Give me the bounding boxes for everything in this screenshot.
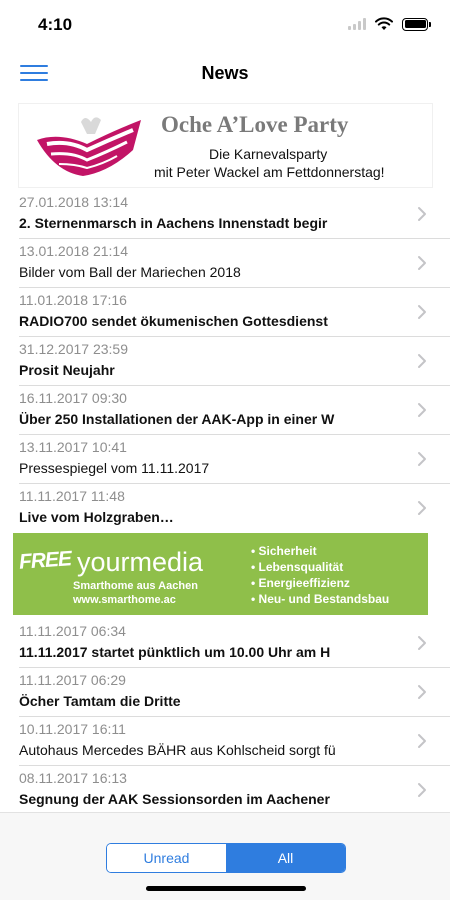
ad-bullet: Neu- und Bestandsbau xyxy=(251,591,390,607)
news-date: 31.12.2017 23:59 xyxy=(19,341,128,357)
page-title: News xyxy=(201,63,249,83)
chevron-right-icon xyxy=(418,501,426,515)
cellular-signal-icon xyxy=(348,18,366,30)
party-banner[interactable]: Oche A’Love Party Die Karnevalsparty mit… xyxy=(18,103,433,188)
ad-media-text: media xyxy=(129,547,204,577)
news-list-group-top: 27.01.2018 13:14 2. Sternenmarsch in Aach… xyxy=(0,190,450,533)
filter-all-button[interactable]: All xyxy=(226,844,345,872)
news-list-item[interactable]: 27.01.2018 13:14 2. Sternenmarsch in Aach… xyxy=(19,190,450,239)
chevron-right-icon xyxy=(418,207,426,221)
news-list: 27.01.2018 13:14 2. Sternenmarsch in Aach… xyxy=(0,190,450,815)
news-list-item[interactable]: 13.11.2017 10:41 Pressespiegel vom 11.11.… xyxy=(19,435,450,484)
news-date: 11.11.2017 06:29 xyxy=(19,672,126,688)
chevron-right-icon xyxy=(418,636,426,650)
news-title: Pressespiegel vom 11.11.2017 xyxy=(19,460,210,476)
news-list-item[interactable]: 10.11.2017 16:11 Autohaus Mercedes BÄHR a… xyxy=(19,717,450,766)
news-title: Öcher Tamtam die Dritte xyxy=(19,693,181,709)
ad-yourmedia-logo: yourmedia xyxy=(77,547,203,578)
chevron-right-icon xyxy=(418,256,426,270)
home-indicator xyxy=(146,886,306,891)
party-logo-icon xyxy=(37,117,141,176)
banner-title: Oche A’Love Party xyxy=(161,112,349,137)
ad-tagline: Smarthome aus Aachen xyxy=(73,580,198,592)
news-title: 2. Sternenmarsch in Aachens Innenstadt b… xyxy=(19,215,328,231)
news-date: 27.01.2018 13:14 xyxy=(19,194,128,210)
news-title: Über 250 Installationen der AAK-App in e… xyxy=(19,411,335,427)
news-date: 08.11.2017 16:13 xyxy=(19,770,127,786)
news-title: Autohaus Mercedes BÄHR aus Kohlscheid so… xyxy=(19,742,336,758)
news-list-item[interactable]: 11.11.2017 06:34 11.11.2017 startet pünkt… xyxy=(19,619,450,668)
chevron-right-icon xyxy=(418,452,426,466)
news-date: 11.01.2018 17:16 xyxy=(19,292,127,308)
news-list-item[interactable]: 11.11.2017 11:48 Live vom Holzgraben… xyxy=(19,484,450,533)
ad-bullet-list: Sicherheit Lebensqualität Energieeffizie… xyxy=(251,543,390,607)
ad-bullet: Energieeffizienz xyxy=(251,575,389,591)
news-date: 10.11.2017 16:11 xyxy=(19,721,126,737)
status-time: 4:10 xyxy=(38,15,73,34)
ad-url: www.smarthome.ac xyxy=(73,594,176,606)
chevron-right-icon xyxy=(418,403,426,417)
filter-segmented-control: Unread All xyxy=(106,843,346,873)
news-title: Segnung der AAK Sessionsorden im Aachene… xyxy=(19,791,330,807)
news-list-item[interactable]: 31.12.2017 23:59 Prosit Neujahr xyxy=(19,337,450,386)
smarthome-ad-banner[interactable]: FREE yourmedia Smarthome aus Aachen www.… xyxy=(13,533,428,615)
news-list-item[interactable]: 08.11.2017 16:13 Segnung der AAK Sessions… xyxy=(19,766,450,815)
news-title: 11.11.2017 startet pünktlich um 10.00 Uh… xyxy=(19,644,331,660)
banner-subtitle: Die Karnevalsparty xyxy=(209,146,328,162)
bottom-toolbar: Unread All xyxy=(0,812,450,900)
chevron-right-icon xyxy=(418,783,426,797)
news-date: 11.11.2017 11:48 xyxy=(19,488,125,504)
news-title: Prosit Neujahr xyxy=(19,362,115,378)
news-list-item[interactable]: 11.01.2018 17:16 RADIO700 sendet ökumenis… xyxy=(19,288,450,337)
news-list-item[interactable]: 11.11.2017 06:29 Öcher Tamtam die Dritte xyxy=(19,668,450,717)
news-list-item[interactable]: 13.01.2018 21:14 Bilder vom Ball der Mari… xyxy=(19,239,450,288)
news-title: Live vom Holzgraben… xyxy=(19,509,174,525)
news-list-group-bottom: 11.11.2017 06:34 11.11.2017 startet pünkt… xyxy=(0,619,450,815)
news-date: 11.11.2017 06:34 xyxy=(19,623,126,639)
chevron-right-icon xyxy=(418,685,426,699)
ad-free-logo: FREE xyxy=(18,547,72,574)
news-title: Bilder vom Ball der Mariechen 2018 xyxy=(19,264,241,280)
navigation-bar: News xyxy=(0,50,450,98)
chevron-right-icon xyxy=(418,305,426,319)
ad-your-text: your xyxy=(77,547,130,577)
status-bar: 4:10 xyxy=(0,0,450,50)
battery-icon xyxy=(402,17,431,31)
chevron-right-icon xyxy=(418,354,426,368)
news-date: 13.11.2017 10:41 xyxy=(19,439,127,455)
news-date: 16.11.2017 09:30 xyxy=(19,390,127,406)
filter-unread-button[interactable]: Unread xyxy=(107,844,226,872)
news-title: RADIO700 sendet ökumenischen Gottesdiens… xyxy=(19,313,328,329)
wifi-icon xyxy=(375,17,393,30)
news-date: 13.01.2018 21:14 xyxy=(19,243,128,259)
news-list-item[interactable]: 16.11.2017 09:30 Über 250 Installationen … xyxy=(19,386,450,435)
status-icons xyxy=(348,17,431,31)
chevron-right-icon xyxy=(418,734,426,748)
ad-bullet: Lebensqualität xyxy=(251,559,389,575)
banner-subtitle: mit Peter Wackel am Fettdonnerstag! xyxy=(154,164,385,180)
ad-bullet: Sicherheit xyxy=(251,543,389,559)
